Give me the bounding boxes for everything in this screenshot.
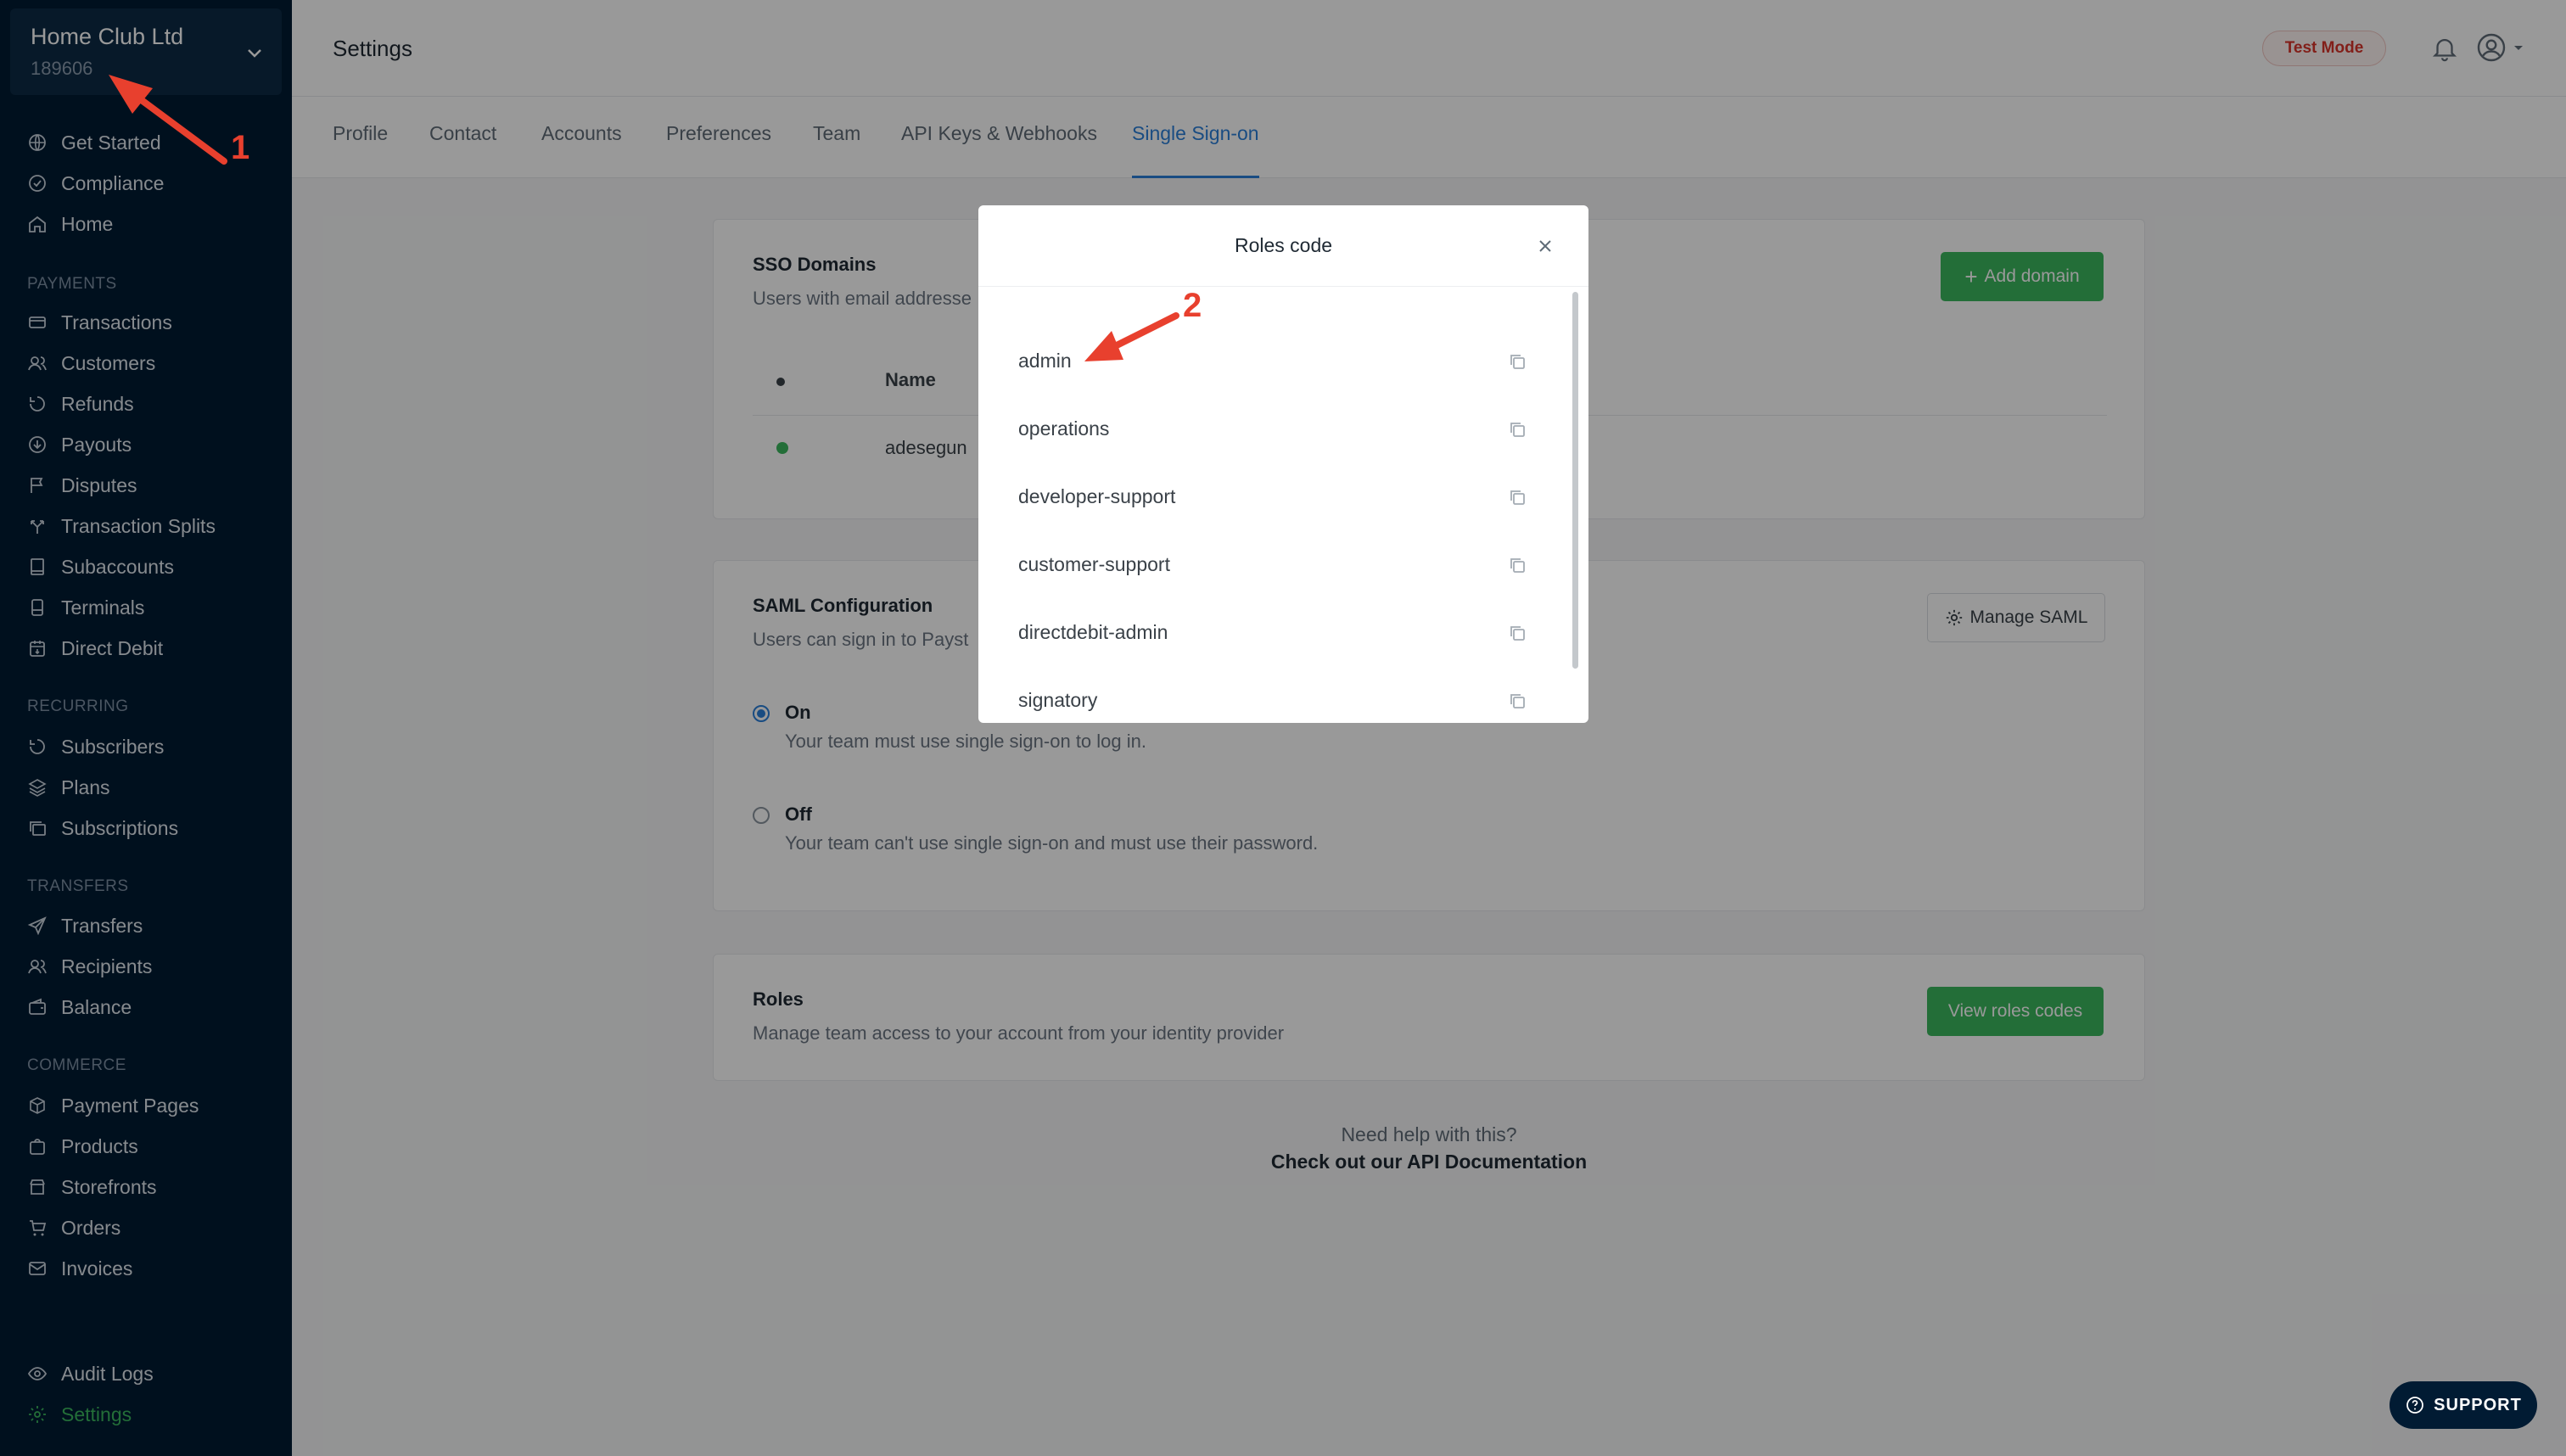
- copy-icon[interactable]: [1507, 487, 1527, 507]
- role-row-operations: operations: [978, 395, 1588, 463]
- annotation-label-1: 1: [231, 129, 250, 166]
- role-row-customer-support: customer-support: [978, 531, 1588, 599]
- modal-title: Roles code: [1234, 234, 1333, 256]
- role-code: signatory: [1018, 689, 1098, 711]
- role-row-admin: admin: [978, 328, 1588, 395]
- copy-icon[interactable]: [1507, 691, 1527, 711]
- role-code: operations: [1018, 417, 1110, 440]
- copy-icon[interactable]: [1507, 555, 1527, 575]
- modal-scrollbar[interactable]: [1572, 292, 1578, 669]
- support-button[interactable]: SUPPORT: [2390, 1381, 2537, 1429]
- role-row-signatory: signatory: [978, 667, 1588, 723]
- role-code: directdebit-admin: [1018, 621, 1168, 643]
- roles-code-modal: Roles code admin operations developer-su…: [978, 205, 1588, 723]
- close-icon[interactable]: [1535, 236, 1555, 256]
- copy-icon[interactable]: [1507, 351, 1527, 372]
- role-code: customer-support: [1018, 553, 1170, 575]
- role-code: developer-support: [1018, 485, 1176, 507]
- role-row-developer-support: developer-support: [978, 463, 1588, 531]
- annotation-label-2: 2: [1183, 287, 1202, 324]
- role-code: admin: [1018, 350, 1072, 372]
- role-row-directdebit-admin: directdebit-admin: [978, 599, 1588, 667]
- copy-icon[interactable]: [1507, 419, 1527, 440]
- copy-icon[interactable]: [1507, 623, 1527, 643]
- help-circle-icon: [2406, 1397, 2424, 1414]
- modal-header: Roles code: [978, 205, 1588, 287]
- support-label: SUPPORT: [2434, 1395, 2522, 1414]
